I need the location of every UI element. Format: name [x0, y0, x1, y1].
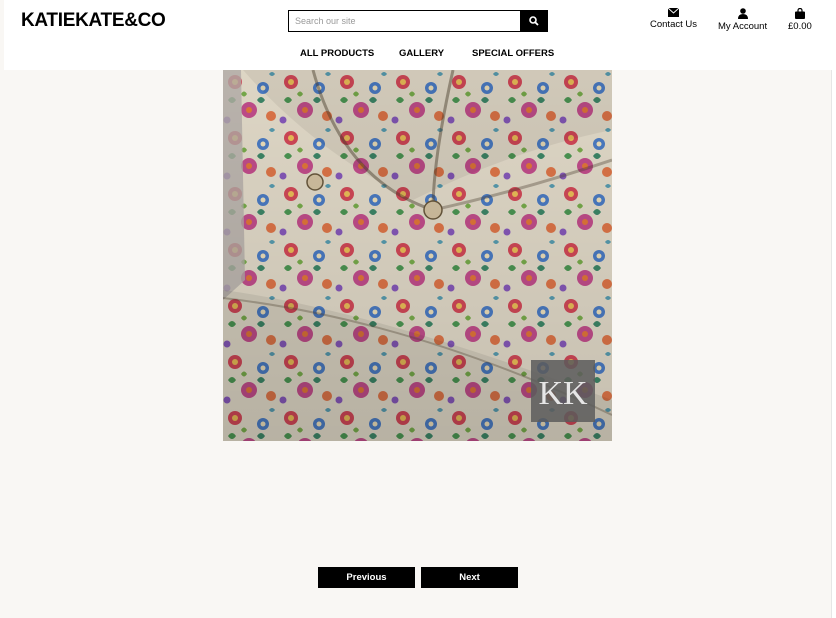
watermark-text: KK [538, 375, 588, 412]
search-bar [288, 10, 548, 32]
nav-special-offers[interactable]: SPECIAL OFFERS [472, 48, 554, 59]
scrollbar[interactable] [831, 0, 836, 618]
my-account-link[interactable]: My Account [718, 8, 767, 32]
contact-us-label: Contact Us [650, 19, 697, 30]
basket-total: £0.00 [788, 21, 812, 32]
search-input[interactable] [289, 11, 520, 31]
nav-all-products[interactable]: ALL PRODUCTS [300, 48, 374, 59]
basket-link[interactable]: £0.00 [788, 8, 812, 32]
next-button[interactable]: Next [421, 567, 518, 588]
search-button[interactable] [520, 11, 547, 31]
gallery-image: KK [223, 70, 612, 441]
search-icon [528, 16, 539, 26]
my-account-label: My Account [718, 21, 768, 32]
site-header: KATIEKATE&CO Contact Us My Account £0.00 [4, 0, 832, 70]
upholstered-chair-photo: KK [223, 70, 612, 441]
previous-button[interactable]: Previous [318, 567, 415, 588]
brand-logo[interactable]: KATIEKATE&CO [21, 10, 166, 32]
shopping-bag-icon [794, 8, 805, 19]
user-icon [737, 8, 748, 19]
nav-gallery[interactable]: GALLERY [399, 48, 444, 59]
envelope-icon [668, 8, 679, 17]
contact-us-link[interactable]: Contact Us [650, 8, 697, 30]
